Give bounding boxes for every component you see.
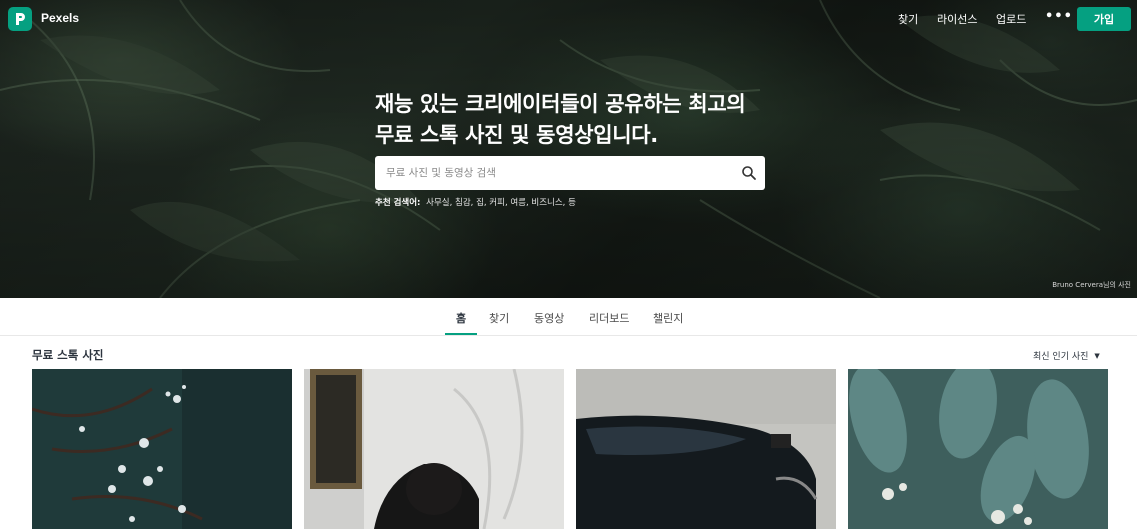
main-tabs: 홈 찾기 동영상 리더보드 챌린지 (0, 298, 1137, 336)
sort-dropdown[interactable]: 최신 인기 사진 ▼ (1033, 349, 1100, 362)
nav-link-license[interactable]: 라이선스 (937, 11, 977, 27)
photo-card[interactable] (576, 369, 836, 529)
top-navigation: Pexels 찾기 라이선스 업로드 ••• 가입 (0, 0, 1137, 38)
hero-headline: 재능 있는 크리에이터들이 공유하는 최고의 무료 스톡 사진 및 동영상입니다… (375, 92, 746, 147)
nav-link-upload[interactable]: 업로드 (996, 11, 1026, 27)
photo-card[interactable] (848, 369, 1108, 529)
join-button[interactable]: 가입 (1077, 7, 1131, 31)
chevron-down-icon: ▼ (1094, 352, 1100, 360)
tab-leaderboard[interactable]: 리더보드 (589, 310, 629, 326)
photo-portrait-image (304, 369, 564, 529)
photo-card[interactable] (304, 369, 564, 529)
photo-flowers-image (32, 369, 292, 529)
suggested-searches-label: 추천 검색어: (375, 198, 421, 208)
photo-car-image (576, 369, 836, 529)
photo-card[interactable] (32, 369, 292, 529)
tab-challenges[interactable]: 챌린지 (653, 310, 683, 326)
search-bar (375, 156, 765, 190)
more-menu-icon[interactable]: ••• (1045, 9, 1073, 24)
tab-explore[interactable]: 찾기 (489, 310, 509, 326)
nav-link-explore[interactable]: 찾기 (898, 11, 918, 27)
tab-home[interactable]: 홈 (456, 310, 466, 326)
sort-dropdown-label: 최신 인기 사진 (1033, 352, 1089, 362)
section-title: 무료 스톡 사진 (32, 348, 104, 362)
suggested-search-terms[interactable]: 사무실, 침감, 집, 커피, 여름, 비즈니스, 등 (426, 198, 576, 208)
brand-name[interactable]: Pexels (41, 11, 79, 25)
search-icon[interactable] (741, 165, 757, 181)
active-tab-indicator (445, 333, 477, 335)
pexels-logo-icon[interactable] (8, 7, 32, 31)
photo-credit[interactable]: Bruno Cervera님의 사진 (1052, 280, 1131, 290)
photo-plant-image (848, 369, 1108, 529)
tab-videos[interactable]: 동영상 (534, 310, 564, 326)
suggested-searches: 추천 검색어: 사무실, 침감, 집, 커피, 여름, 비즈니스, 등 (375, 196, 576, 208)
search-input[interactable] (375, 156, 730, 190)
